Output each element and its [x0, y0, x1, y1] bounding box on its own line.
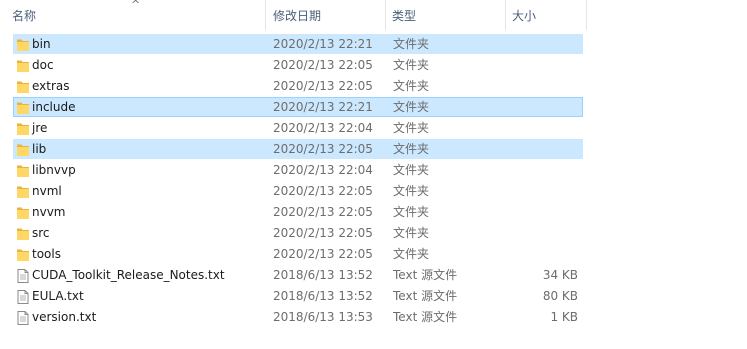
file-modified-date: 2018/6/13 13:52: [273, 268, 373, 282]
file-modified-date: 2020/2/13 22:05: [273, 79, 373, 93]
file-row[interactable]: doc 2020/2/13 22:05 文件夹: [13, 55, 583, 75]
folder-icon: [17, 122, 29, 136]
folder-icon: [17, 206, 29, 220]
folder-icon: [17, 101, 29, 115]
file-modified-date: 2020/2/13 22:04: [273, 121, 373, 135]
file-type: 文件夹: [393, 226, 430, 240]
file-type: 文件夹: [393, 100, 430, 114]
column-header-size-label: 大小: [512, 8, 537, 23]
file-name: tools: [32, 247, 61, 261]
file-name: bin: [32, 37, 51, 51]
file-row[interactable]: tools 2020/2/13 22:05 文件夹: [13, 244, 583, 264]
file-size: 34 KB: [542, 268, 578, 282]
folder-icon: [17, 248, 29, 262]
file-row[interactable]: nvvm 2020/2/13 22:05 文件夹: [13, 202, 583, 222]
file-size: 1 KB: [550, 310, 578, 324]
file-modified-date: 2020/2/13 22:05: [273, 142, 373, 156]
file-type: Text 源文件: [393, 289, 458, 303]
file-modified-date: 2018/6/13 13:53: [273, 310, 373, 324]
file-row[interactable]: lib 2020/2/13 22:05 文件夹: [13, 139, 583, 159]
file-type: 文件夹: [393, 58, 430, 72]
column-header-type-label: 类型: [392, 8, 417, 23]
column-header-name-label: 名称: [12, 8, 37, 23]
file-type: Text 源文件: [393, 268, 458, 282]
file-type: 文件夹: [393, 163, 430, 177]
column-header-date-label: 修改日期: [273, 8, 322, 23]
file-row[interactable]: EULA.txt 2018/6/13 13:52 Text 源文件 80 KB: [13, 286, 583, 306]
text-file-icon: [17, 311, 29, 325]
folder-icon: [17, 227, 29, 241]
file-name: doc: [32, 58, 54, 72]
file-name: include: [32, 100, 76, 114]
folder-icon: [17, 80, 29, 94]
file-modified-date: 2020/2/13 22:05: [273, 226, 373, 240]
file-row[interactable]: bin 2020/2/13 22:21 文件夹: [13, 34, 583, 54]
file-type: 文件夹: [393, 142, 430, 156]
file-row[interactable]: extras 2020/2/13 22:05 文件夹: [13, 76, 583, 96]
file-row[interactable]: src 2020/2/13 22:05 文件夹: [13, 223, 583, 243]
file-row[interactable]: libnvvp 2020/2/13 22:04 文件夹: [13, 160, 583, 180]
folder-icon: [17, 59, 29, 73]
file-name: libnvvp: [32, 163, 76, 177]
file-name: version.txt: [32, 310, 97, 324]
file-name: EULA.txt: [32, 289, 84, 303]
file-size: 80 KB: [542, 289, 578, 303]
column-header: 名称 ^ 修改日期 类型 大小: [0, 0, 747, 30]
file-modified-date: 2020/2/13 22:21: [273, 37, 373, 51]
file-row[interactable]: CUDA_Toolkit_Release_Notes.txt 2018/6/13 …: [13, 265, 583, 285]
file-type: 文件夹: [393, 184, 430, 198]
folder-icon: [17, 143, 29, 157]
file-name: nvml: [32, 184, 62, 198]
file-type: 文件夹: [393, 205, 430, 219]
file-name: CUDA_Toolkit_Release_Notes.txt: [32, 268, 225, 282]
file-modified-date: 2018/6/13 13:52: [273, 289, 373, 303]
file-type: 文件夹: [393, 37, 430, 51]
file-name: nvvm: [32, 205, 66, 219]
file-type: 文件夹: [393, 121, 430, 135]
file-type: 文件夹: [393, 247, 430, 261]
file-row[interactable]: jre 2020/2/13 22:04 文件夹: [13, 118, 583, 138]
text-file-icon: [17, 290, 29, 304]
column-divider[interactable]: [586, 0, 587, 30]
folder-icon: [17, 38, 29, 52]
file-name: lib: [32, 142, 47, 156]
column-header-type[interactable]: 类型: [386, 0, 505, 30]
file-type: 文件夹: [393, 79, 430, 93]
folder-icon: [17, 164, 29, 178]
file-type: Text 源文件: [393, 310, 458, 324]
column-header-size[interactable]: 大小: [506, 0, 586, 30]
file-explorer-list: 名称 ^ 修改日期 类型 大小 bin 2020/2/13 22:21 文件夹 doc…: [0, 0, 747, 349]
file-row[interactable]: nvml 2020/2/13 22:05 文件夹: [13, 181, 583, 201]
column-header-date[interactable]: 修改日期: [266, 0, 385, 30]
file-modified-date: 2020/2/13 22:21: [273, 100, 373, 114]
file-modified-date: 2020/2/13 22:04: [273, 163, 373, 177]
text-file-icon: [17, 269, 29, 283]
file-row[interactable]: version.txt 2018/6/13 13:53 Text 源文件 1 KB: [13, 307, 583, 327]
file-name: src: [32, 226, 50, 240]
file-modified-date: 2020/2/13 22:05: [273, 184, 373, 198]
file-name: extras: [32, 79, 70, 93]
folder-icon: [17, 185, 29, 199]
file-modified-date: 2020/2/13 22:05: [273, 247, 373, 261]
file-name: jre: [32, 121, 48, 135]
file-modified-date: 2020/2/13 22:05: [273, 58, 373, 72]
file-row[interactable]: include 2020/2/13 22:21 文件夹: [13, 97, 583, 117]
file-modified-date: 2020/2/13 22:05: [273, 205, 373, 219]
sort-ascending-icon: ^: [131, 0, 141, 11]
